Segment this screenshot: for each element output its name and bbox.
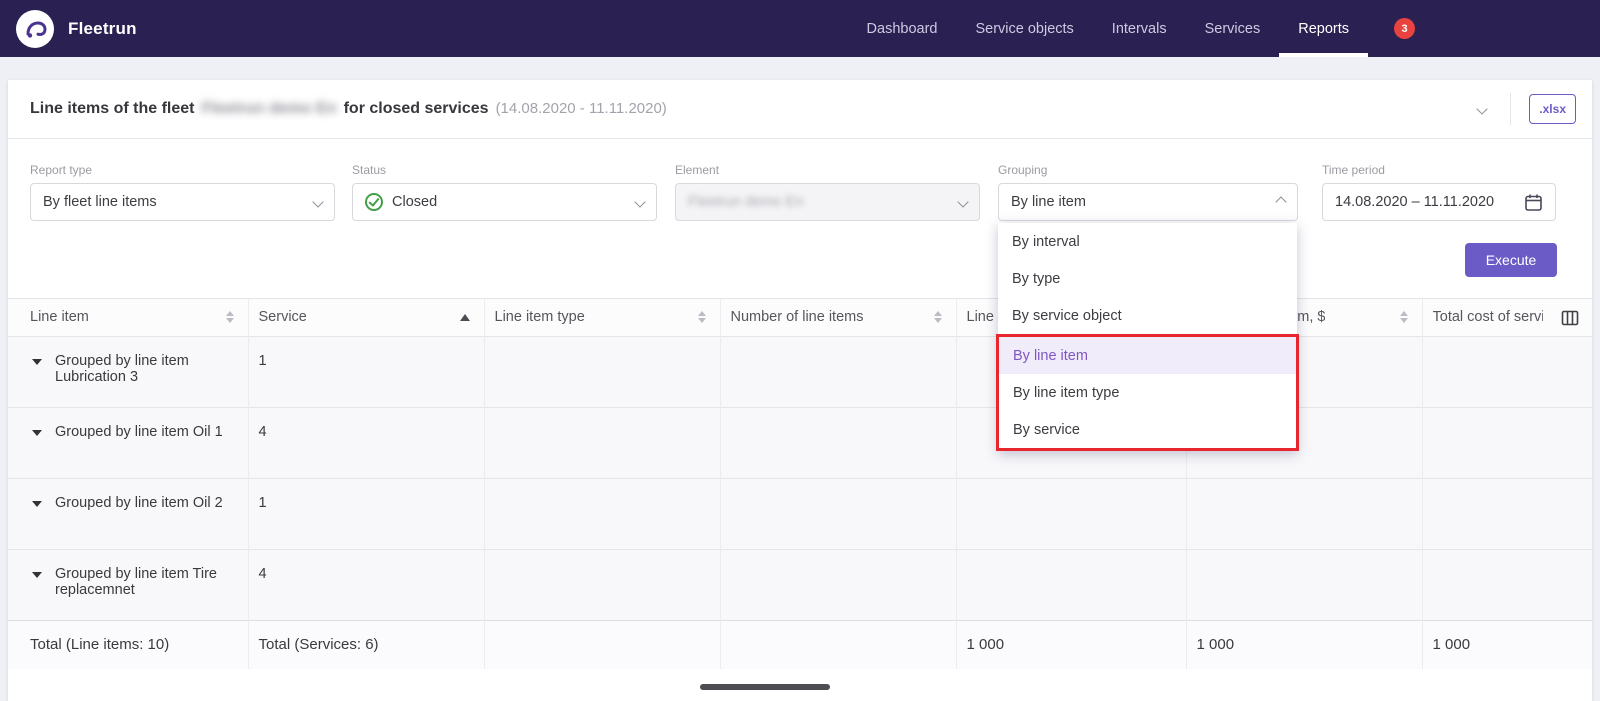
notification-badge[interactable]: 3 <box>1394 18 1415 39</box>
status-select[interactable]: Closed <box>352 183 657 221</box>
total-cost-per-line-item: 1 000 <box>1186 621 1422 669</box>
time-period-label: Time period <box>1322 163 1556 177</box>
expand-row-icon[interactable] <box>32 359 42 365</box>
chevron-down-icon <box>312 196 323 207</box>
report-table: Line item Service Line item type Number … <box>8 298 1592 669</box>
report-period: (14.08.2020 - 11.11.2020) <box>496 100 667 117</box>
report-title-suffix: for closed services <box>344 100 489 118</box>
table-header-row: Line item Service Line item type Number … <box>8 299 1592 337</box>
grouping-dropdown: By interval By type By service object By… <box>998 223 1297 451</box>
element-select: Fleetrun demo En <box>675 183 980 221</box>
grouping-select[interactable]: By line item <box>998 183 1298 221</box>
group-label: Grouped by line item Oil 2 <box>55 495 223 511</box>
time-period-input[interactable]: 14.08.2020 – 11.11.2020 <box>1322 183 1556 221</box>
grouping-value: By line item <box>1011 194 1086 210</box>
export-xlsx-button[interactable]: .xlsx <box>1529 94 1576 124</box>
report-card: Line items of the fleet Fleetrun demo En… <box>8 80 1592 701</box>
column-header-number-of-line-items[interactable]: Number of line items <box>720 299 956 337</box>
column-header-service[interactable]: Service <box>248 299 484 337</box>
report-title: Line items of the fleet Fleetrun demo En… <box>30 100 667 118</box>
service-count: 1 <box>248 337 484 408</box>
fleetrun-logo-icon <box>16 10 54 48</box>
chevron-up-icon <box>1275 196 1286 207</box>
total-line-items: Total (Line items: 10) <box>8 621 248 669</box>
column-header-line-item-type[interactable]: Line item type <box>484 299 720 337</box>
filters-row: Report type By fleet line items Status C… <box>30 163 1570 221</box>
report-type-select[interactable]: By fleet line items <box>30 183 335 221</box>
grouping-option-by-line-item-type[interactable]: By line item type <box>999 374 1296 411</box>
time-period-value: 14.08.2020 – 11.11.2020 <box>1335 194 1494 210</box>
filter-element: Element Fleetrun demo En <box>675 163 980 221</box>
report-title-prefix: Line items of the fleet <box>30 100 194 118</box>
expand-row-icon[interactable] <box>32 501 42 507</box>
table-total-row: Total (Line items: 10) Total (Services: … <box>8 621 1592 669</box>
sort-icon <box>226 311 238 323</box>
status-closed-check-icon <box>365 193 383 211</box>
table-row: Grouped by line item Tire replacemnet 4 <box>8 550 1592 621</box>
execute-row: Execute <box>8 243 1557 277</box>
column-picker-icon[interactable] <box>1561 309 1579 331</box>
filter-grouping: Grouping By line item <box>998 163 1298 221</box>
service-count: 1 <box>248 479 484 550</box>
brand-title: Fleetrun <box>68 19 137 39</box>
execute-button[interactable]: Execute <box>1465 243 1557 277</box>
report-type-value: By fleet line items <box>43 194 157 210</box>
element-label: Element <box>675 163 980 177</box>
chevron-down-icon <box>634 196 645 207</box>
status-value: Closed <box>392 194 437 210</box>
report-type-label: Report type <box>30 163 335 177</box>
table-row: Grouped by line item Lubrication 3 1 <box>8 337 1592 408</box>
group-label: Grouped by line item Lubrication 3 <box>55 353 238 385</box>
group-label: Grouped by line item Oil 1 <box>55 424 223 440</box>
red-highlight-box: By line item By line item type By servic… <box>996 334 1299 451</box>
grouping-option-by-interval[interactable]: By interval <box>998 223 1297 260</box>
grouping-option-by-service-object[interactable]: By service object <box>998 297 1297 334</box>
header-divider <box>1510 93 1511 125</box>
main-navigation: Dashboard Service objects Intervals Serv… <box>848 0 1368 57</box>
column-header-line-item[interactable]: Line item <box>8 299 248 337</box>
nav-item-dashboard[interactable]: Dashboard <box>848 0 957 57</box>
report-header-row: Line items of the fleet Fleetrun demo En… <box>8 80 1592 139</box>
nav-item-intervals[interactable]: Intervals <box>1093 0 1186 57</box>
expand-row-icon[interactable] <box>32 430 42 436</box>
total-services: Total (Services: 6) <box>248 621 484 669</box>
grouping-label: Grouping <box>998 163 1298 177</box>
grouping-option-by-service[interactable]: By service <box>999 411 1296 448</box>
sort-icon <box>1400 311 1412 323</box>
fleet-name-blurred: Fleetrun demo En <box>201 100 336 118</box>
sort-ascending-icon <box>460 314 474 321</box>
nav-item-service-objects[interactable]: Service objects <box>956 0 1092 57</box>
grouping-option-by-type[interactable]: By type <box>998 260 1297 297</box>
service-count: 4 <box>248 408 484 479</box>
grouping-option-by-line-item[interactable]: By line item <box>999 337 1296 374</box>
collapse-report-chevron-icon[interactable] <box>1477 103 1488 114</box>
status-label: Status <box>352 163 657 177</box>
sort-icon <box>934 311 946 323</box>
service-count: 4 <box>248 550 484 621</box>
top-navbar: Fleetrun Dashboard Service objects Inter… <box>0 0 1600 57</box>
nav-item-reports[interactable]: Reports <box>1279 0 1368 57</box>
filter-status: Status Closed <box>352 163 657 221</box>
column-header-total-cost[interactable]: Total cost of services, $ <box>1422 299 1592 337</box>
filter-report-type: Report type By fleet line items <box>30 163 335 221</box>
group-label: Grouped by line item Tire replacemnet <box>55 566 238 598</box>
chevron-down-icon <box>957 196 968 207</box>
table-row: Grouped by line item Oil 1 4 <box>8 408 1592 479</box>
total-line-item-cost: 1 000 <box>956 621 1186 669</box>
sort-icon <box>698 311 710 323</box>
calendar-icon[interactable] <box>1524 193 1543 212</box>
nav-item-services[interactable]: Services <box>1186 0 1280 57</box>
filter-time-period: Time period 14.08.2020 – 11.11.2020 <box>1322 163 1556 221</box>
horizontal-scrollbar-thumb[interactable] <box>700 684 830 690</box>
element-value-blurred: Fleetrun demo En <box>688 194 803 210</box>
expand-row-icon[interactable] <box>32 572 42 578</box>
total-cost: 1 000 <box>1422 621 1592 669</box>
table-row: Grouped by line item Oil 2 1 <box>8 479 1592 550</box>
